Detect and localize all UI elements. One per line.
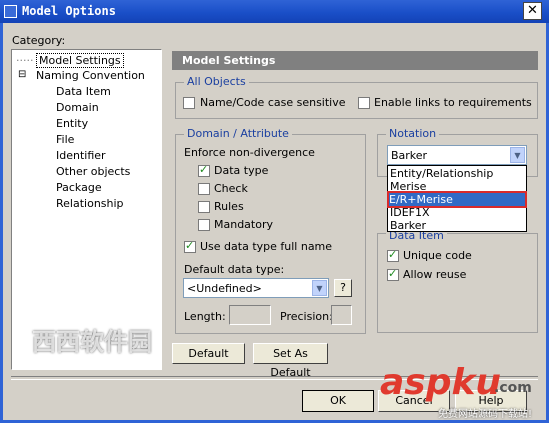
tree-item-data-item[interactable]: Data Item <box>56 85 111 98</box>
allow-reuse-label: Allow reuse <box>403 268 467 281</box>
watermark-right: aspku <box>380 362 502 403</box>
unique-code-checkbox[interactable] <box>387 248 399 262</box>
data-item-group: Data Item <box>377 229 538 333</box>
notation-option[interactable]: IDEF1X <box>390 206 430 219</box>
tree-item-model-settings[interactable]: Model Settings <box>36 53 124 68</box>
tree-item-naming-convention[interactable]: Naming Convention <box>36 69 145 82</box>
notation-select[interactable]: Barker ▼ <box>387 145 527 165</box>
notation-title: Notation <box>386 127 440 140</box>
mandatory-label: Mandatory <box>214 218 274 231</box>
notation-selected-value: Barker <box>391 149 428 162</box>
default-button[interactable]: Default <box>172 343 245 364</box>
tree-item-entity[interactable]: Entity <box>56 117 88 130</box>
rules-label: Rules <box>214 200 244 213</box>
chevron-down-icon[interactable]: ▼ <box>312 280 327 296</box>
watermark-right-sub: 免费网站源码下载站! <box>438 409 533 420</box>
tree-item-identifier[interactable]: Identifier <box>56 149 106 162</box>
chevron-down-icon[interactable]: ▼ <box>510 147 525 163</box>
domain-attribute-title: Domain / Attribute <box>184 127 292 140</box>
allow-reuse-checkbox[interactable] <box>387 267 399 281</box>
tree-item-other-objects[interactable]: Other objects <box>56 165 130 178</box>
use-full-name-label: Use data type full name <box>200 240 333 253</box>
rules-checkbox[interactable] <box>198 201 210 213</box>
all-objects-title: All Objects <box>184 75 249 88</box>
watermark-left: 西西软件园 <box>32 328 152 356</box>
collapse-icon[interactable]: ⊟ <box>18 69 26 80</box>
check-checkbox[interactable] <box>198 183 210 195</box>
check-label: Check <box>214 182 248 195</box>
data-type-label: Data type <box>214 164 269 177</box>
tree-item-domain[interactable]: Domain <box>56 101 99 114</box>
notation-option[interactable]: Barker <box>390 219 426 232</box>
category-label: Category: <box>12 34 66 47</box>
set-as-default-button[interactable]: Set As Default <box>253 343 328 379</box>
mandatory-checkbox[interactable] <box>198 219 210 231</box>
default-data-type-select[interactable]: <Undefined> ▼ <box>183 278 329 298</box>
notation-dropdown-list[interactable]: Entity/Relationship Merise E/R+Merise ID… <box>387 165 527 232</box>
enable-links-label: Enable links to requirements <box>374 96 532 109</box>
panel-header: Model Settings <box>172 51 538 70</box>
tree-item-relationship[interactable]: Relationship <box>56 197 124 210</box>
tree-item-package[interactable]: Package <box>56 181 102 194</box>
window-icon <box>4 5 17 18</box>
close-button[interactable]: ✕ <box>523 2 542 20</box>
default-data-type-value: <Undefined> <box>187 282 262 295</box>
default-data-type-label: Default data type: <box>184 263 285 276</box>
precision-field[interactable] <box>331 305 352 325</box>
data-type-checkbox[interactable] <box>198 163 210 177</box>
tree-item-file[interactable]: File <box>56 133 74 146</box>
help-icon[interactable]: ? <box>334 279 352 297</box>
precision-label: Precision: <box>280 310 333 323</box>
name-code-case-checkbox[interactable] <box>183 97 195 109</box>
tree-dotted-connector: ····· <box>16 54 34 67</box>
enforce-label: Enforce non-divergence <box>184 146 315 159</box>
notation-option[interactable]: Merise <box>390 180 426 193</box>
name-code-case-label: Name/Code case sensitive <box>200 96 346 109</box>
window-title: Model Options <box>22 4 116 18</box>
watermark-right-suffix: .com <box>494 380 532 396</box>
notation-option-highlighted[interactable]: E/R+Merise <box>387 191 527 208</box>
length-label: Length: <box>184 310 226 323</box>
enable-links-checkbox[interactable] <box>358 97 370 109</box>
use-full-name-checkbox[interactable] <box>184 239 196 253</box>
length-field[interactable] <box>229 305 271 325</box>
ok-button[interactable]: OK <box>302 390 374 412</box>
unique-code-label: Unique code <box>403 249 472 262</box>
notation-option[interactable]: Entity/Relationship <box>390 167 493 180</box>
